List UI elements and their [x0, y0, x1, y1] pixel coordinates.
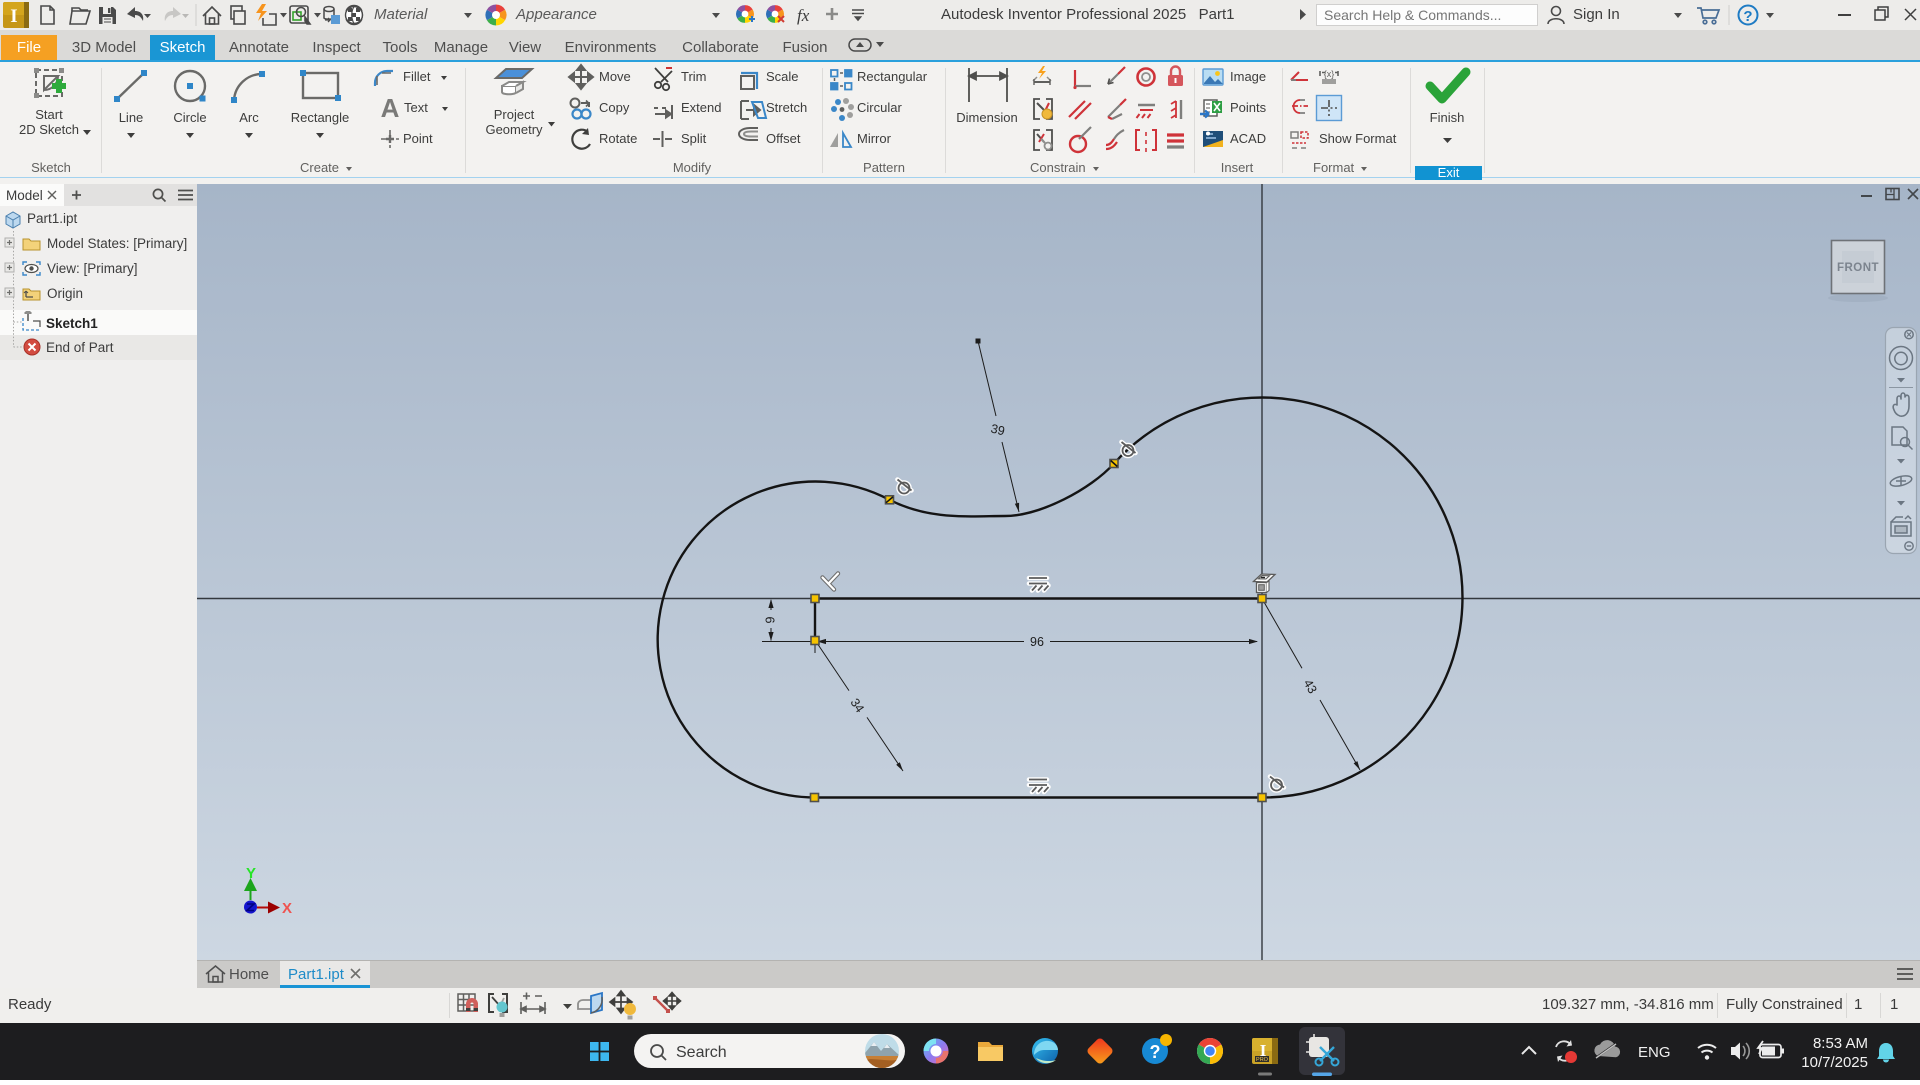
svg-text:8:53 AM: 8:53 AM	[1813, 1035, 1868, 1052]
svg-text:Origin: Origin	[47, 286, 83, 301]
svg-text:Search: Search	[676, 1044, 727, 1061]
svg-text:End of Part: End of Part	[46, 340, 114, 355]
svg-text:96: 96	[1030, 635, 1044, 649]
svg-text:?: ?	[1150, 1042, 1161, 1062]
svg-text:ENG: ENG	[1638, 1044, 1671, 1061]
svg-text:{x}: {x}	[1324, 69, 1335, 79]
svg-text:9: 9	[764, 616, 778, 623]
svg-text:Model States: [Primary]: Model States: [Primary]	[47, 236, 187, 251]
svg-text:Sketch1: Sketch1	[46, 316, 98, 331]
svg-text:Part1.ipt: Part1.ipt	[27, 211, 78, 226]
svg-text:X: X	[282, 900, 292, 917]
svg-text:PRO: PRO	[1256, 1057, 1269, 1063]
svg-text:Model: Model	[6, 188, 43, 203]
svg-text:A: A	[381, 93, 400, 123]
svg-text:I: I	[10, 6, 17, 27]
svg-text:10/7/2025: 10/7/2025	[1801, 1054, 1868, 1071]
svg-text:?: ?	[1743, 8, 1752, 25]
svg-text:FRONT: FRONT	[1837, 262, 1879, 274]
svg-text:View: [Primary]: View: [Primary]	[47, 261, 138, 276]
svg-text:fx: fx	[797, 6, 810, 25]
